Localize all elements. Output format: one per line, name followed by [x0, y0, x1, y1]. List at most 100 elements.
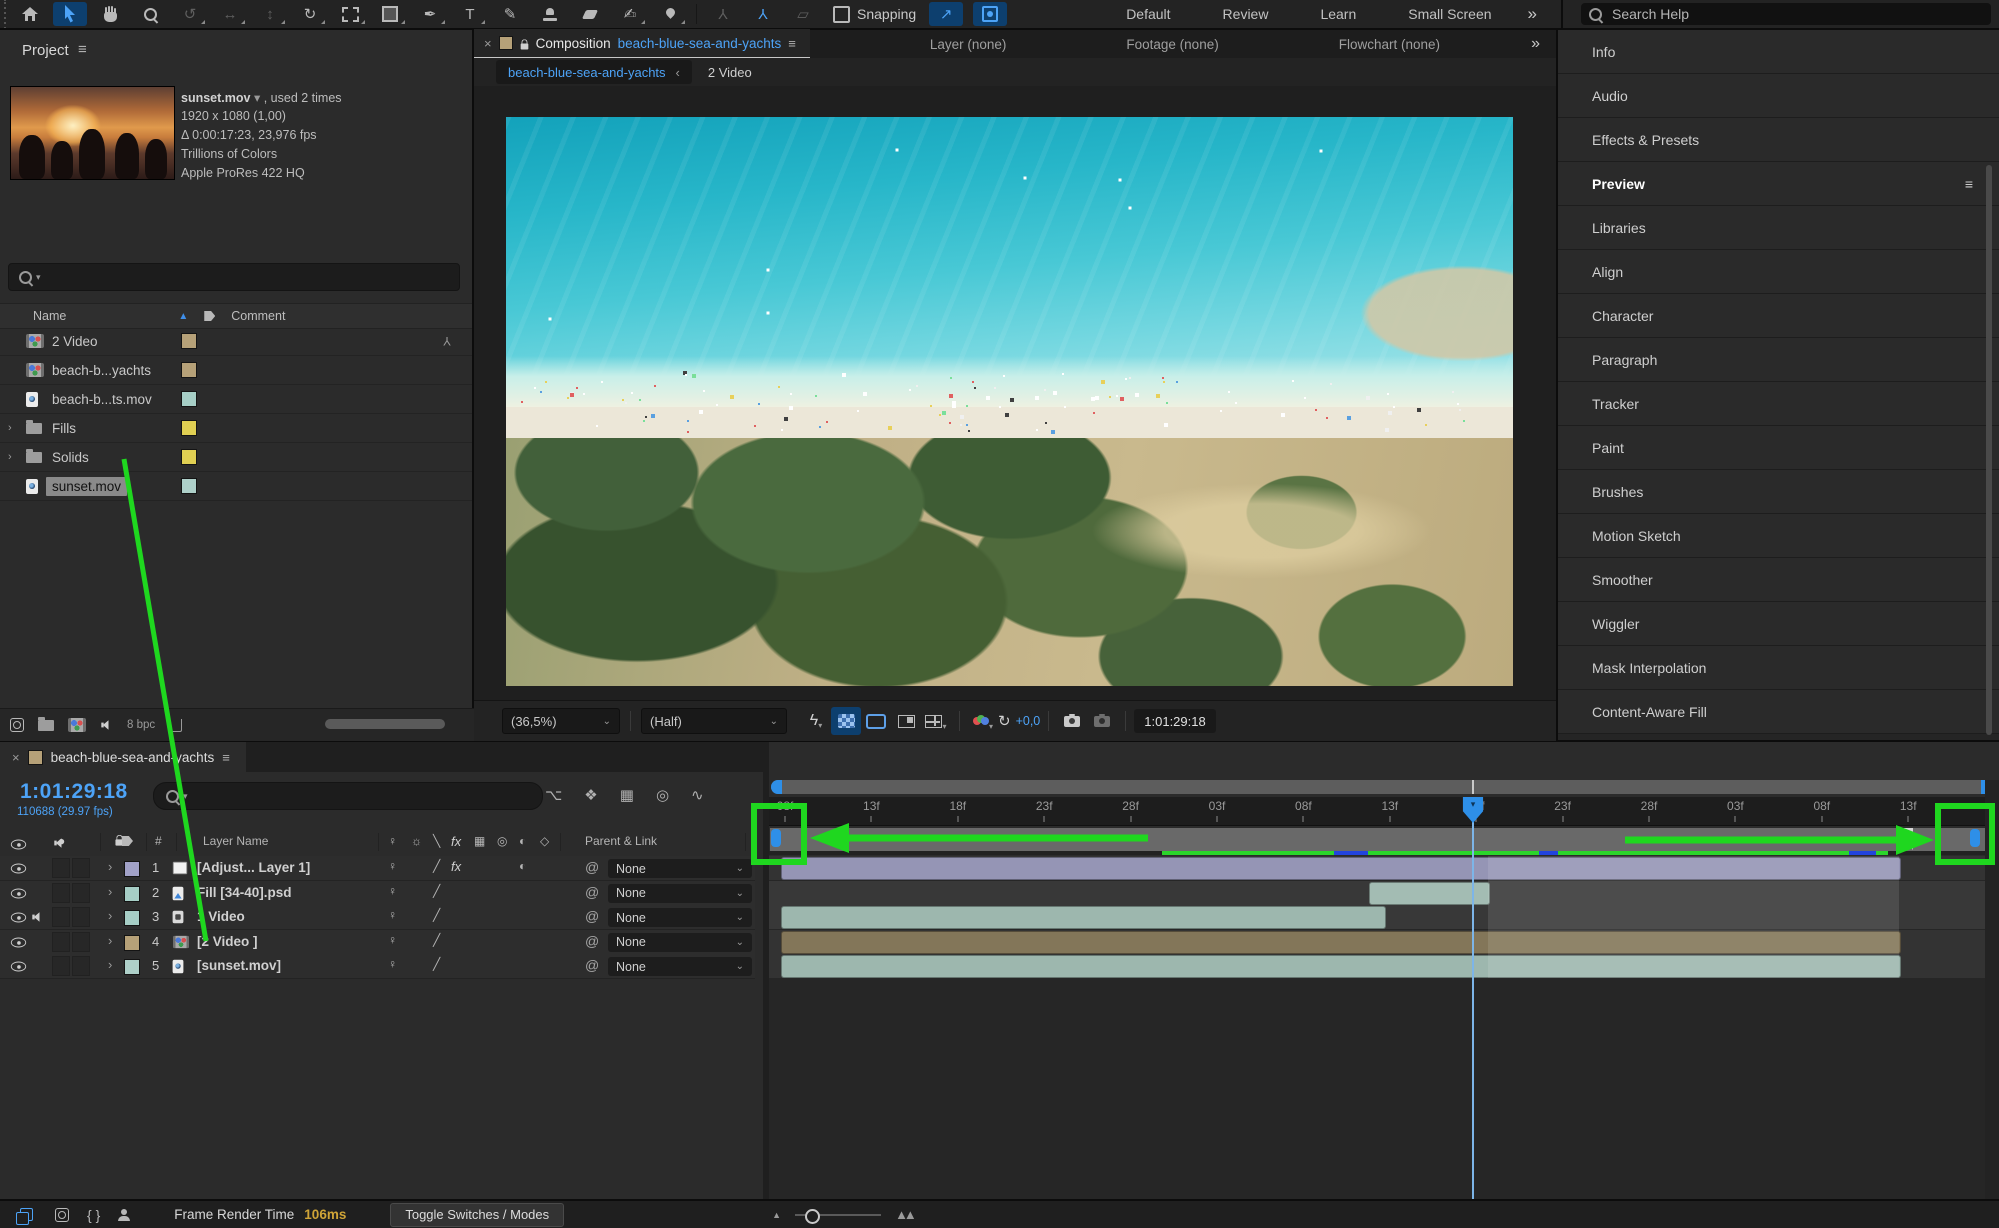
selection-tool[interactable] — [53, 2, 87, 26]
parent-dropdown[interactable]: None⌄ — [608, 933, 752, 952]
composition-flowchart-icon[interactable]: ⌥ — [545, 786, 562, 804]
parent-pickwhip-icon[interactable]: @ — [585, 957, 599, 973]
label-color-swatch[interactable] — [181, 391, 197, 407]
resolution-dropdown[interactable]: (Half) ⌄ — [641, 708, 787, 734]
parent-dropdown[interactable]: None⌄ — [608, 884, 752, 903]
lock-icon[interactable] — [520, 43, 528, 49]
sidebar-item-mask-interpolation[interactable]: Mask Interpolation — [1558, 646, 1999, 690]
world-axis-mode[interactable]: Y — [746, 2, 780, 26]
project-panel-title[interactable]: Project — [22, 42, 69, 59]
project-item-row[interactable]: beach-b...yachts — [0, 356, 472, 385]
exposure-value[interactable]: +0,0 — [1016, 714, 1041, 728]
project-item-name[interactable]: beach-b...yachts — [52, 363, 151, 378]
solo-cell[interactable] — [52, 883, 70, 903]
viewer-tab-footage[interactable]: Footage (none) — [1126, 37, 1218, 52]
layer-quality-switch[interactable]: ╱ — [433, 884, 440, 898]
label-column-icon[interactable] — [122, 836, 133, 846]
brush-tool[interactable]: ✎ — [493, 2, 527, 26]
project-item-row[interactable]: ›Solids — [0, 443, 472, 472]
close-icon[interactable]: × — [484, 36, 492, 51]
solo-cell[interactable] — [52, 956, 70, 976]
project-item-row[interactable]: 2 VideoY — [0, 327, 472, 356]
sidebar-item-tracker[interactable]: Tracker — [1558, 382, 1999, 426]
viewer-tab-layer[interactable]: Layer (none) — [930, 37, 1007, 52]
layer-shy-switch[interactable]: ♀ — [388, 933, 397, 947]
solo-cell[interactable] — [52, 858, 70, 878]
layer-label-swatch[interactable] — [124, 886, 140, 902]
frame-blending-icon[interactable]: ▦ — [620, 786, 634, 804]
video-column-icon[interactable] — [11, 840, 26, 850]
transfer-modes-icon[interactable] — [55, 1208, 69, 1222]
sidebar-item-libraries[interactable]: Libraries — [1558, 206, 1999, 250]
layer-row-2[interactable]: ›2Fill [34-40].psd♀╱@None⌄ — [0, 881, 755, 906]
sidebar-item-paint[interactable]: Paint — [1558, 426, 1999, 470]
home-tool[interactable] — [13, 2, 47, 26]
frame-blend-column-icon[interactable]: ▦ — [474, 834, 485, 848]
sidebar-item-motion-sketch[interactable]: Motion Sketch — [1558, 514, 1999, 558]
show-snapshot-button[interactable] — [1087, 707, 1117, 735]
parent-pickwhip-icon[interactable]: @ — [585, 859, 599, 875]
layer-expander-icon[interactable]: › — [108, 957, 112, 972]
exposure-button[interactable]: ↻ +0,0 — [998, 707, 1040, 735]
parent-pickwhip-icon[interactable]: @ — [585, 933, 599, 949]
hand-tool[interactable] — [93, 2, 127, 26]
work-area-start-handle[interactable] — [771, 829, 781, 847]
expander-icon[interactable]: › — [8, 422, 12, 434]
workspace-tab-default[interactable]: Default — [1126, 6, 1170, 22]
layer-visibility-eye-icon[interactable] — [11, 913, 26, 923]
composition-viewer[interactable] — [474, 86, 1556, 700]
eraser-tool[interactable] — [573, 2, 607, 26]
timeline-zoom-slider[interactable] — [795, 1214, 881, 1216]
time-navigator[interactable] — [771, 780, 1992, 794]
trash-icon[interactable] — [169, 719, 182, 732]
fast-previews-button[interactable]: ϟ▾ — [801, 707, 831, 735]
work-area-bar[interactable] — [769, 827, 1986, 853]
motion-blur-icon[interactable]: ◎ — [656, 786, 669, 804]
layer-visibility-eye-icon[interactable] — [11, 937, 26, 947]
rectangle-tool[interactable] — [373, 2, 407, 26]
adjustment-column-icon[interactable]: ◐ — [519, 834, 526, 848]
label-color-swatch[interactable] — [181, 362, 197, 378]
layer-row-1[interactable]: ›1[Adjust... Layer 1]♀╱fx◐@None⌄ — [0, 856, 755, 881]
solo-cell[interactable] — [52, 932, 70, 952]
project-horizontal-scrollbar[interactable] — [325, 719, 445, 729]
breadcrumb-current[interactable]: 2 Video — [708, 65, 752, 80]
layer-quality-switch[interactable]: ╱ — [433, 908, 440, 922]
sidebar-item-wiggler[interactable]: Wiggler — [1558, 602, 1999, 646]
parent-pickwhip-icon[interactable]: @ — [585, 908, 599, 924]
project-item-row[interactable]: beach-b...ts.mov — [0, 385, 472, 414]
zoom-in-mountains-icon[interactable]: ▲▲ — [895, 1207, 913, 1222]
sidebar-item-info[interactable]: Info — [1558, 30, 1999, 74]
project-item-row[interactable]: ›Fills — [0, 414, 472, 443]
toggle-switches-modes-button[interactable]: Toggle Switches / Modes — [390, 1203, 564, 1227]
close-icon[interactable]: × — [12, 750, 20, 765]
snapping-checkbox[interactable] — [833, 6, 850, 23]
project-audio-icon[interactable] — [101, 720, 111, 730]
magnification-dropdown[interactable]: (36,5%) ⌄ — [502, 708, 620, 734]
grid-guides-button[interactable]: ▾ — [921, 707, 951, 735]
parent-dropdown[interactable]: None⌄ — [608, 957, 752, 976]
bit-depth-button[interactable]: 8 bpc — [127, 719, 155, 731]
label-column-icon[interactable] — [204, 311, 215, 321]
layer-quality-switch[interactable]: ╱ — [433, 957, 440, 971]
pen-tool[interactable]: ✒ — [413, 2, 447, 26]
layer-stack-icon[interactable] — [20, 1208, 33, 1221]
sort-ascending-icon[interactable]: ▲ — [178, 311, 188, 322]
type-tool[interactable]: T — [453, 2, 487, 26]
layer-label-swatch[interactable] — [124, 861, 140, 877]
project-search-input[interactable]: ▾ — [8, 263, 460, 291]
preview-filename[interactable]: sunset.mov — [181, 91, 250, 105]
motion-blur-column-icon[interactable]: ◎ — [497, 834, 507, 848]
panel-menu-icon[interactable]: ≡ — [1965, 176, 1973, 192]
column-comment[interactable]: Comment — [231, 309, 285, 323]
layer-quality-switch[interactable]: ╱ — [433, 859, 440, 873]
layer-quality-switch[interactable]: ╱ — [433, 933, 440, 947]
layer-label-swatch[interactable] — [124, 959, 140, 975]
layer-label-swatch[interactable] — [124, 910, 140, 926]
sidebar-item-effects-presets[interactable]: Effects & Presets — [1558, 118, 1999, 162]
layer-expander-icon[interactable]: › — [108, 908, 112, 923]
lock-cell[interactable] — [72, 858, 90, 878]
current-time-display[interactable]: 1:01:29:18 — [20, 780, 128, 804]
layer-shy-switch[interactable]: ♀ — [388, 884, 397, 898]
pan-camera-tool[interactable]: ↔ — [213, 2, 247, 26]
